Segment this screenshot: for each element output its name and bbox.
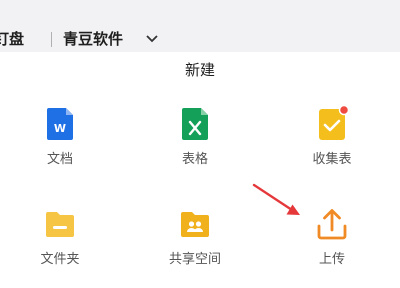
annotation-arrow-icon [252, 183, 300, 215]
